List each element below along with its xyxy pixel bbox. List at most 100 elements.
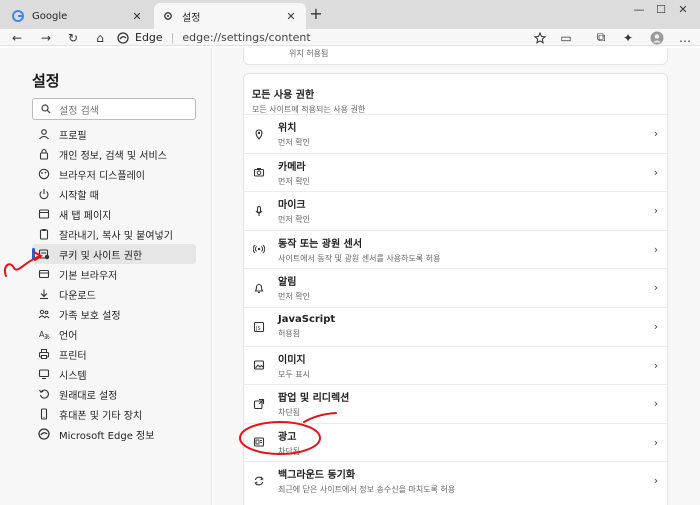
svg-text:JS: JS (255, 326, 261, 332)
sidebar-item[interactable]: 프린터 (32, 344, 196, 364)
search-input[interactable]: 설정 검색 (32, 98, 196, 120)
sidebar-item[interactable]: 휴대폰 및 기타 장치 (32, 404, 196, 424)
forward-button[interactable]: → (37, 29, 55, 46)
page-title: 설정 (32, 72, 60, 90)
previous-card: 위치 허용됨 (243, 48, 668, 65)
permission-title: 광고 (278, 431, 297, 443)
printer-icon (38, 348, 50, 360)
address-url: edge://settings/content (182, 31, 311, 44)
permission-row[interactable]: JS JavaScript 허용됨 › (244, 307, 669, 345)
sidebar-item-label: 휴대폰 및 기타 장치 (59, 410, 143, 422)
all-permissions-card: 모든 사용 권한 모든 사이트에 적용되는 사용 권한 위치 먼저 확인 › 카메라 먼… (243, 73, 669, 505)
system-icon (38, 368, 50, 380)
sidebar-item[interactable]: 잘라내기, 복사 및 붙여넣기 (32, 224, 196, 244)
ads-icon (252, 435, 266, 449)
sidebar-item[interactable]: 브라우저 디스플레이 (32, 164, 196, 184)
bell-icon (252, 281, 266, 295)
collections-icon[interactable]: ⧉ (592, 29, 610, 46)
permission-row[interactable]: 팝업 및 리디렉션차단됨 › (244, 384, 669, 422)
permission-row[interactable]: 마이크 먼저 확인 › (244, 191, 669, 229)
chevron-right-icon: › (653, 165, 659, 179)
sidebar-item[interactable]: 가족 보호 설정 (32, 304, 196, 324)
gear-icon (162, 10, 174, 22)
permission-row[interactable]: 카메라 먼저 확인 › (244, 152, 669, 191)
permission-row[interactable]: 이미지 모두 표시 › (244, 345, 669, 384)
sidebar-item[interactable]: 기본 브라우저 (32, 264, 196, 284)
location-icon (252, 127, 266, 141)
permission-row[interactable]: 광고차단됨 › (244, 422, 669, 461)
image-icon (252, 358, 266, 372)
address-separator: | (170, 31, 175, 44)
sidebar-item-label: 새 탭 페이지 (59, 210, 112, 222)
close-window-button[interactable]: ✕ (666, 0, 700, 22)
extensions-icon[interactable]: ✦ (619, 29, 637, 46)
language-icon: Aあ (38, 328, 50, 340)
chevron-right-icon: › (653, 435, 659, 449)
permission-row[interactable]: 위치 먼저 확인 › (244, 114, 669, 152)
chevron-right-icon: › (653, 358, 659, 372)
tab-settings[interactable]: 설정 ✕ (154, 3, 306, 29)
sidebar-item-label: 개인 정보, 검색 및 서비스 (59, 150, 167, 162)
chevron-right-icon: › (653, 242, 659, 256)
media-icon[interactable]: ▭ (557, 29, 575, 46)
sidebar-item[interactable]: 새 탭 페이지 (32, 204, 196, 224)
tab-title: 설정 (182, 12, 201, 24)
permission-row[interactable]: 백그라운드 동기화 최근에 닫은 사이트에서 정보 송수신을 마치도록 허용 › (244, 461, 669, 499)
permission-status: 사이트에서 동작 및 광원 센서를 사용하도록 허용 (278, 253, 441, 263)
sidebar-item-label: 브라우저 디스플레이 (59, 170, 145, 182)
sidebar-item[interactable]: 개인 정보, 검색 및 서비스 (32, 144, 196, 164)
sensor-icon (252, 242, 266, 256)
chevron-right-icon: › (653, 204, 659, 218)
favorite-star-icon[interactable] (531, 29, 549, 46)
permission-status: 차단됨 (278, 446, 301, 456)
more-menu-button[interactable]: … (676, 29, 694, 46)
appearance-icon (38, 168, 50, 180)
sidebar-item[interactable]: 시스템 (32, 364, 196, 384)
settings-sidebar: 설정 설정 검색 프로필개인 정보, 검색 및 서비스브라우저 디스플레이시작할… (0, 48, 212, 505)
sidebar-item[interactable]: Microsoft Edge 정보 (32, 424, 196, 444)
site-permissions-icon (38, 248, 50, 260)
popup-icon (252, 397, 266, 411)
sidebar-item-label: 시스템 (59, 370, 87, 382)
sidebar-item[interactable]: 원래대로 설정 (32, 384, 196, 404)
sidebar-item[interactable]: 시작할 때 (32, 184, 196, 204)
refresh-button[interactable]: ↻ (64, 29, 82, 46)
reset-icon (38, 388, 50, 400)
chevron-right-icon: › (653, 281, 659, 295)
permission-row[interactable]: 동작 또는 광원 센서사이트에서 동작 및 광원 센서를 사용하도록 허용 › (244, 229, 669, 268)
chevron-right-icon: › (653, 127, 659, 140)
sidebar-item[interactable]: A あ 언어 (32, 324, 196, 344)
permission-title: 팝업 및 리디렉션 (278, 393, 350, 405)
back-button[interactable]: ← (8, 29, 26, 46)
home-button[interactable]: ⌂ (91, 29, 109, 46)
edge-icon (38, 428, 50, 440)
clipboard-icon (38, 228, 50, 240)
avatar[interactable] (648, 29, 666, 46)
search-placeholder: 설정 검색 (59, 105, 99, 117)
section-title: 모든 사용 권한 (252, 90, 315, 101)
sidebar-item-label: 쿠키 및 사이트 권한 (59, 250, 143, 262)
new-tab-icon (38, 208, 50, 220)
sidebar-item-label: 프로필 (59, 130, 87, 142)
sidebar-item[interactable]: 쿠키 및 사이트 권한 (32, 244, 196, 264)
sidebar-item[interactable]: 다운로드 (32, 284, 196, 304)
sync-icon (252, 474, 266, 488)
profile-icon (38, 128, 50, 140)
sidebar-item-label: 원래대로 설정 (59, 390, 118, 402)
permission-title: 알림 (278, 277, 297, 289)
sidebar-item-label: 가족 보호 설정 (59, 310, 121, 322)
chevron-right-icon: › (653, 397, 659, 411)
permission-status: 차단됨 (278, 408, 301, 418)
permission-title: 동작 또는 광원 센서 (278, 238, 363, 250)
close-icon[interactable]: ✕ (130, 10, 144, 23)
settings-content: 위치 허용됨 모든 사용 권한 모든 사이트에 적용되는 사용 권한 위치 먼저 … (213, 48, 700, 505)
permission-row[interactable]: 알림 먼저 확인 › (244, 268, 669, 306)
close-icon[interactable]: ✕ (284, 10, 298, 23)
sidebar-item-label: 언어 (59, 330, 78, 342)
sidebar-item[interactable]: 프로필 (32, 124, 196, 144)
address-bar[interactable]: Edge | edge://settings/content (117, 29, 549, 46)
privacy-lock-icon (38, 148, 50, 160)
tab-google[interactable]: Google ✕ (4, 3, 152, 29)
permission-status: 먼저 확인 (278, 215, 310, 225)
new-tab-button[interactable]: + (307, 5, 325, 23)
